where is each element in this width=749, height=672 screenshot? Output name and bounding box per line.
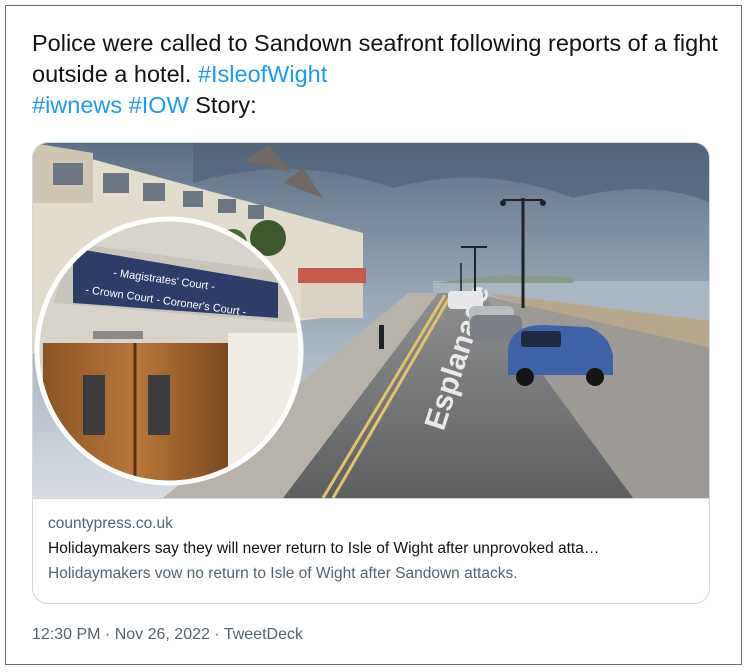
tweet-text: Police were called to Sandown seafront f… — [32, 28, 722, 121]
tweet-date[interactable]: Nov 26, 2022 — [115, 626, 210, 643]
link-card[interactable]: Esplanade - Magistrates' Court - - Crown… — [32, 142, 710, 604]
card-headline: Holidaymakers say they will never return… — [48, 540, 600, 557]
meta-separator-2: · — [209, 626, 224, 643]
hashtag-iwnews[interactable]: #iwnews — [32, 92, 122, 118]
tweet-time[interactable]: 12:30 PM — [32, 626, 100, 643]
card-description: Holidaymakers vow no return to Isle of W… — [48, 565, 518, 582]
hashtag-isleofwight[interactable]: #IsleofWight — [198, 61, 327, 87]
seafront-photo: Esplanade - Magistrates' Court - - Crown… — [33, 143, 709, 498]
card-image[interactable]: Esplanade - Magistrates' Court - - Crown… — [33, 143, 709, 498]
meta-separator-1: · — [100, 626, 115, 643]
card-footer[interactable]: countypress.co.uk Holidaymakers say they… — [33, 498, 709, 603]
hashtag-iow[interactable]: #IOW — [129, 92, 189, 118]
card-domain: countypress.co.uk — [48, 515, 173, 532]
tweet-text-suffix: Story: — [188, 92, 257, 118]
tweet-text-body: Police were called to Sandown seafront f… — [32, 30, 718, 87]
tweet-source[interactable]: TweetDeck — [224, 626, 303, 643]
tweet-meta: 12:30 PM · Nov 26, 2022 · TweetDeck — [32, 626, 303, 644]
